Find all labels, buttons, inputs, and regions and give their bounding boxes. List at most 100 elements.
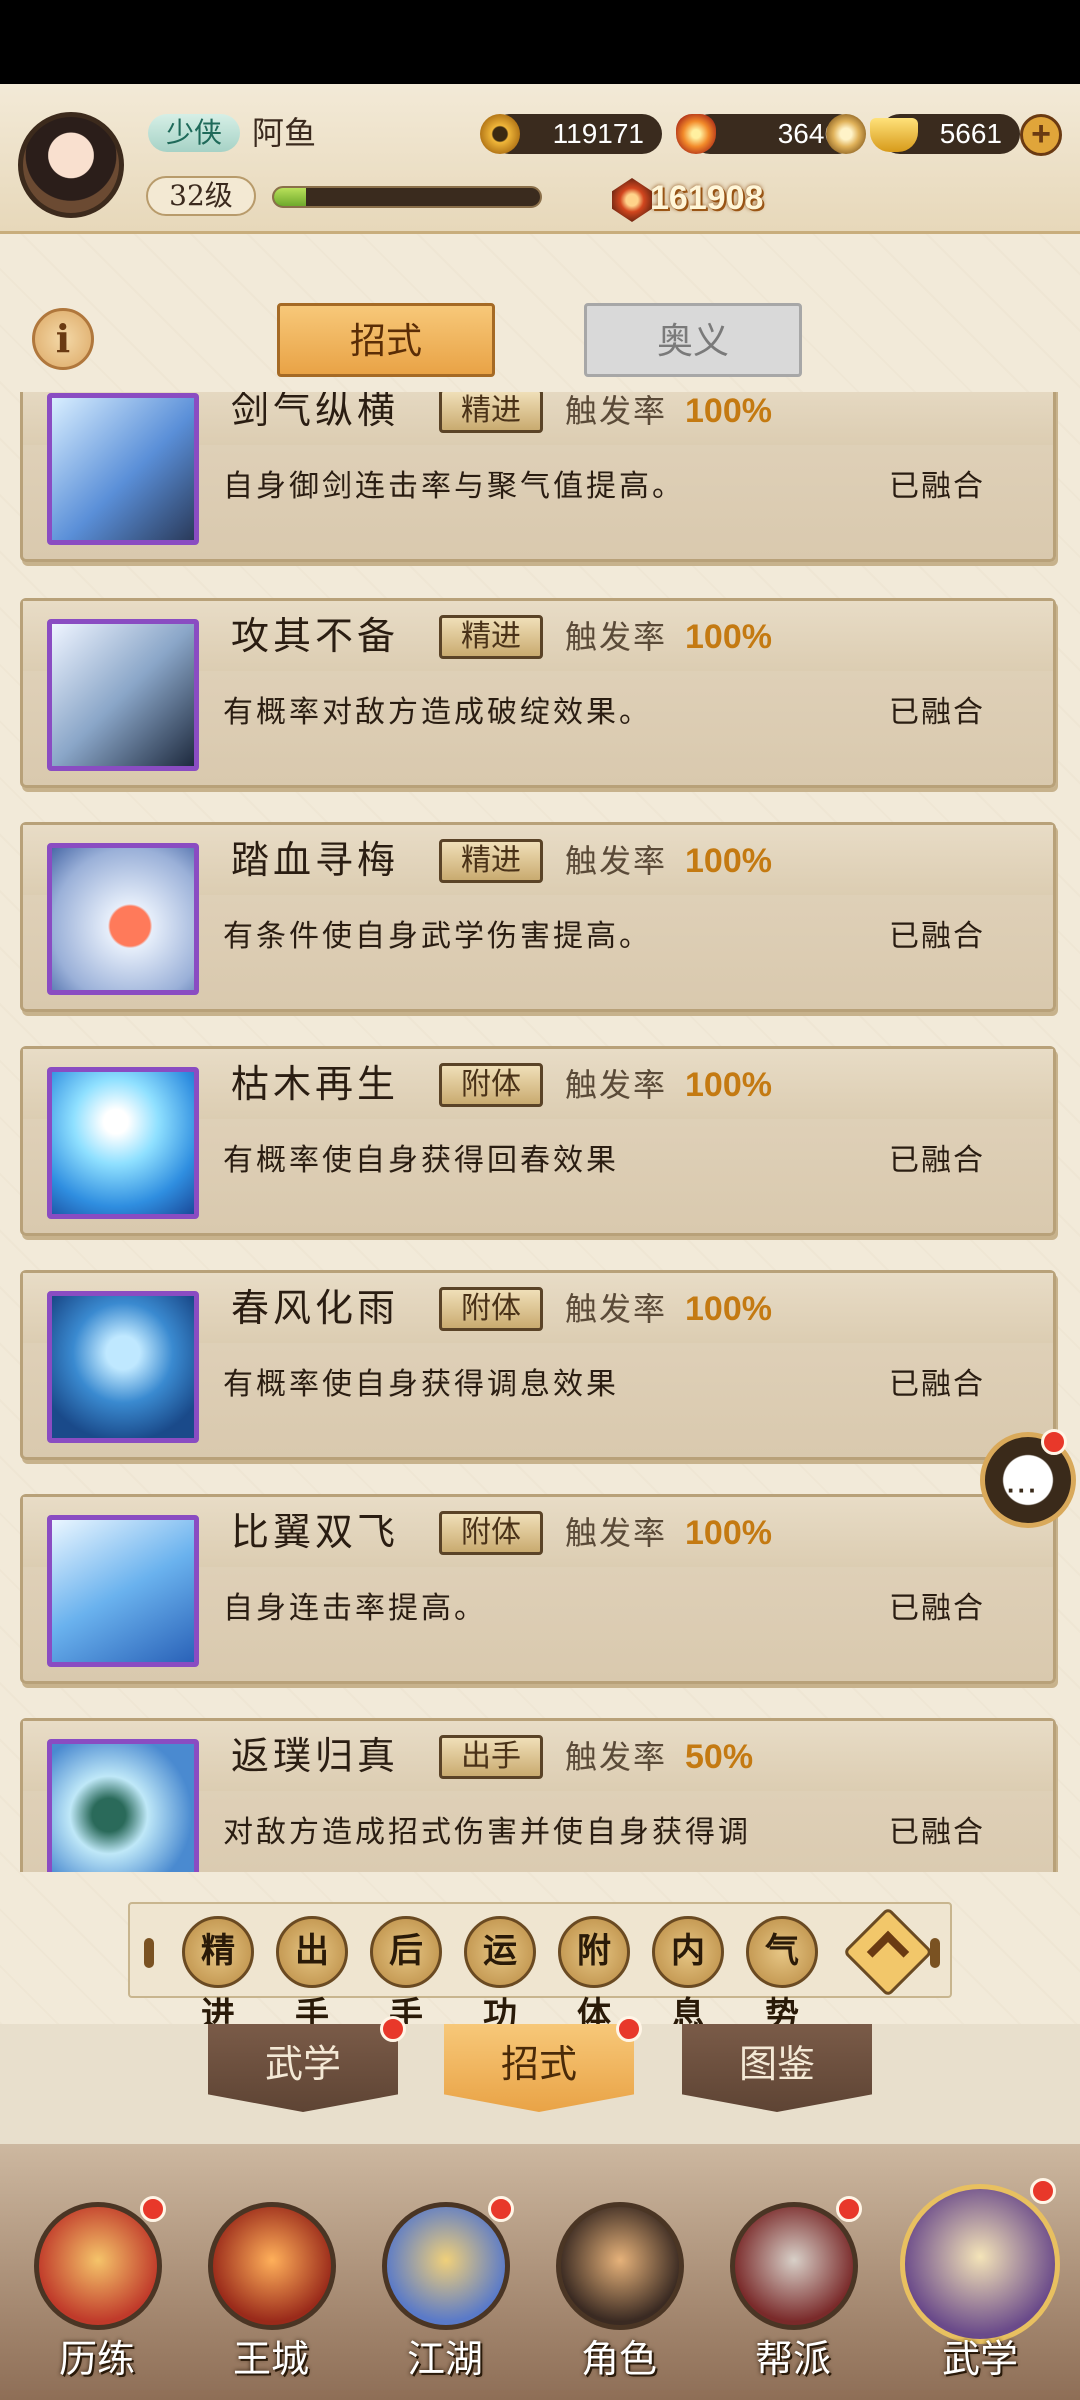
chevron-up-icon: [866, 1930, 910, 1974]
filter-momentum[interactable]: 气势: [746, 1916, 818, 2035]
player-name: 阿鱼: [252, 114, 317, 152]
chat-button[interactable]: ···: [980, 1429, 1076, 1528]
filter-strike[interactable]: 出手: [276, 1916, 348, 2035]
skill-type-filter-bar: 精进 出手 后手 运功 附体 内息 气势: [128, 1902, 952, 2035]
filter-possess[interactable]: 附体: [558, 1916, 630, 2035]
nav-martial-arts[interactable]: 武学: [900, 2178, 1060, 2392]
skill-card[interactable]: 枯木再生 附体 触发率 100% 有概率使自身获得回春效果 已融合: [20, 1046, 1056, 1236]
skill-card[interactable]: 攻其不备 精进 触发率 100% 有概率对敌方造成破绽效果。 已融合: [20, 598, 1056, 788]
nav-label: 帮派: [754, 2337, 831, 2381]
notification-dot: [616, 2016, 642, 2042]
bottom-navigation: 历练 王城 江湖 角色 帮派 武学: [0, 2144, 1080, 2400]
nav-jianghu[interactable]: 江湖: [370, 2196, 520, 2392]
coin-stack-icon: [826, 114, 866, 154]
nav-label: 角色: [580, 2337, 657, 2381]
tab-secrets[interactable]: 奥义: [584, 303, 802, 377]
skill-status: 已融合: [889, 695, 985, 730]
guild-emblem-icon: [730, 2202, 858, 2330]
skill-status: 已融合: [889, 1591, 985, 1626]
scroll-pin-right: [930, 1938, 940, 1968]
trigger-rate: 100%: [685, 1066, 772, 1104]
flame-icon: [676, 114, 716, 154]
palace-icon: [208, 2202, 336, 2330]
lotus-icon: [47, 1291, 199, 1443]
tab-moves[interactable]: 招式: [277, 303, 495, 377]
ambush-fighter-icon: [47, 619, 199, 771]
exp-bar: [272, 186, 542, 208]
skill-description: 自身御剑连击率与聚气值提高。: [223, 469, 685, 504]
trigger-rate: 100%: [685, 392, 772, 430]
notification-dot: [1041, 1429, 1067, 1455]
skill-name: 踏血寻梅: [231, 838, 400, 882]
nav-label: 王城: [232, 2337, 309, 2381]
trigger-rate: 50%: [685, 1738, 754, 1776]
skill-description: 自身连击率提高。: [223, 1591, 487, 1626]
skill-status: 已融合: [889, 469, 985, 504]
power-icon: [612, 178, 652, 222]
chat-icon: ···: [1007, 1475, 1039, 1505]
nav-label: 武学: [941, 2337, 1018, 2381]
skill-description: 有条件使自身武学伤害提高。: [223, 919, 652, 954]
filter-inner-breath[interactable]: 内息: [652, 1916, 724, 2035]
trigger-label: 触发率: [565, 842, 668, 880]
trigger-rate: 100%: [685, 618, 772, 656]
nav-label: 历练: [58, 2337, 135, 2381]
notification-dot: [140, 2196, 166, 2222]
trigger-rate: 100%: [685, 1290, 772, 1328]
skill-name: 攻其不备: [231, 614, 400, 658]
filter-refine[interactable]: 精进: [182, 1916, 254, 2035]
skill-card[interactable]: 比翼双飞 附体 触发率 100% 自身连击率提高。 已融合: [20, 1494, 1056, 1684]
skill-card[interactable]: 剑气纵横 精进 触发率 100% 自身御剑连击率与聚气值提高。 已融合: [20, 392, 1056, 562]
collapse-filter-button[interactable]: [842, 1906, 934, 1998]
trigger-label: 触发率: [565, 618, 668, 656]
nav-label: 江湖: [406, 2337, 483, 2381]
skill-card[interactable]: 返璞归真 出手 触发率 50% 对敌方造成招式伤害并使自身获得调 已融合: [20, 1718, 1056, 1872]
skill-description: 对敌方造成招式伤害并使自身获得调: [223, 1815, 751, 1850]
skill-status: 已融合: [889, 919, 985, 954]
sword-qi-icon: [47, 393, 199, 545]
skill-name: 春风化雨: [231, 1286, 400, 1330]
skill-description: 有概率对敌方造成破绽效果。: [223, 695, 652, 730]
nav-training[interactable]: 历练: [22, 2196, 172, 2392]
skill-name: 返璞归真: [231, 1734, 400, 1778]
trigger-rate: 100%: [685, 842, 772, 880]
notification-dot: [380, 2016, 406, 2042]
subtab-moves[interactable]: 招式: [444, 2024, 634, 2112]
skill-list[interactable]: 剑气纵横 精进 触发率 100% 自身御剑连击率与聚气值提高。 已融合 攻其不备…: [20, 392, 1060, 1872]
skill-description: 有概率使自身获得回春效果: [223, 1143, 619, 1178]
filter-counter[interactable]: 后手: [370, 1916, 442, 2035]
skill-card[interactable]: 春风化雨 附体 触发率 100% 有概率使自身获得调息效果 已融合: [20, 1270, 1056, 1460]
nav-royal-city[interactable]: 王城: [196, 2202, 346, 2392]
skill-tag: 精进: [439, 392, 543, 433]
trigger-label: 触发率: [565, 1066, 668, 1104]
player-rank-badge: 少侠: [148, 114, 240, 152]
subtab-codex[interactable]: 图鉴: [682, 2024, 872, 2112]
nav-guild[interactable]: 帮派: [718, 2196, 868, 2392]
skill-card[interactable]: 踏血寻梅 精进 触发率 100% 有条件使自身武学伤害提高。 已融合: [20, 822, 1056, 1012]
skill-name: 剑气纵横: [231, 392, 400, 432]
character-hat-icon: [556, 2202, 684, 2330]
trigger-label: 触发率: [565, 1738, 668, 1776]
skill-tag: 精进: [439, 839, 543, 883]
player-avatar[interactable]: [18, 112, 124, 218]
twin-wings-icon: [47, 1515, 199, 1667]
martial-scrolls-icon: [900, 2184, 1060, 2344]
notification-dot: [488, 2196, 514, 2222]
trigger-rate: 100%: [685, 1514, 772, 1552]
skill-status: 已融合: [889, 1143, 985, 1178]
nav-character[interactable]: 角色: [544, 2202, 694, 2392]
skill-tag: 附体: [439, 1287, 543, 1331]
skill-tag: 精进: [439, 615, 543, 659]
info-button[interactable]: i: [32, 308, 94, 370]
skill-status: 已融合: [889, 1815, 985, 1850]
subtab-martial-arts[interactable]: 武学: [208, 2024, 398, 2112]
skill-tag: 出手: [439, 1735, 543, 1779]
filter-cultivate[interactable]: 运功: [464, 1916, 536, 2035]
game-screen: 少侠 阿鱼 32级 119171 3646 5661 + 161908 i 招式…: [0, 0, 1080, 2400]
withered-tree-icon: [47, 1067, 199, 1219]
exp-bar-fill: [274, 188, 306, 206]
player-header: 少侠 阿鱼 32级 119171 3646 5661 + 161908: [0, 84, 1080, 234]
add-gold-icon[interactable]: +: [1020, 114, 1062, 156]
skill-tag: 附体: [439, 1063, 543, 1107]
skill-name: 枯木再生: [231, 1062, 400, 1106]
